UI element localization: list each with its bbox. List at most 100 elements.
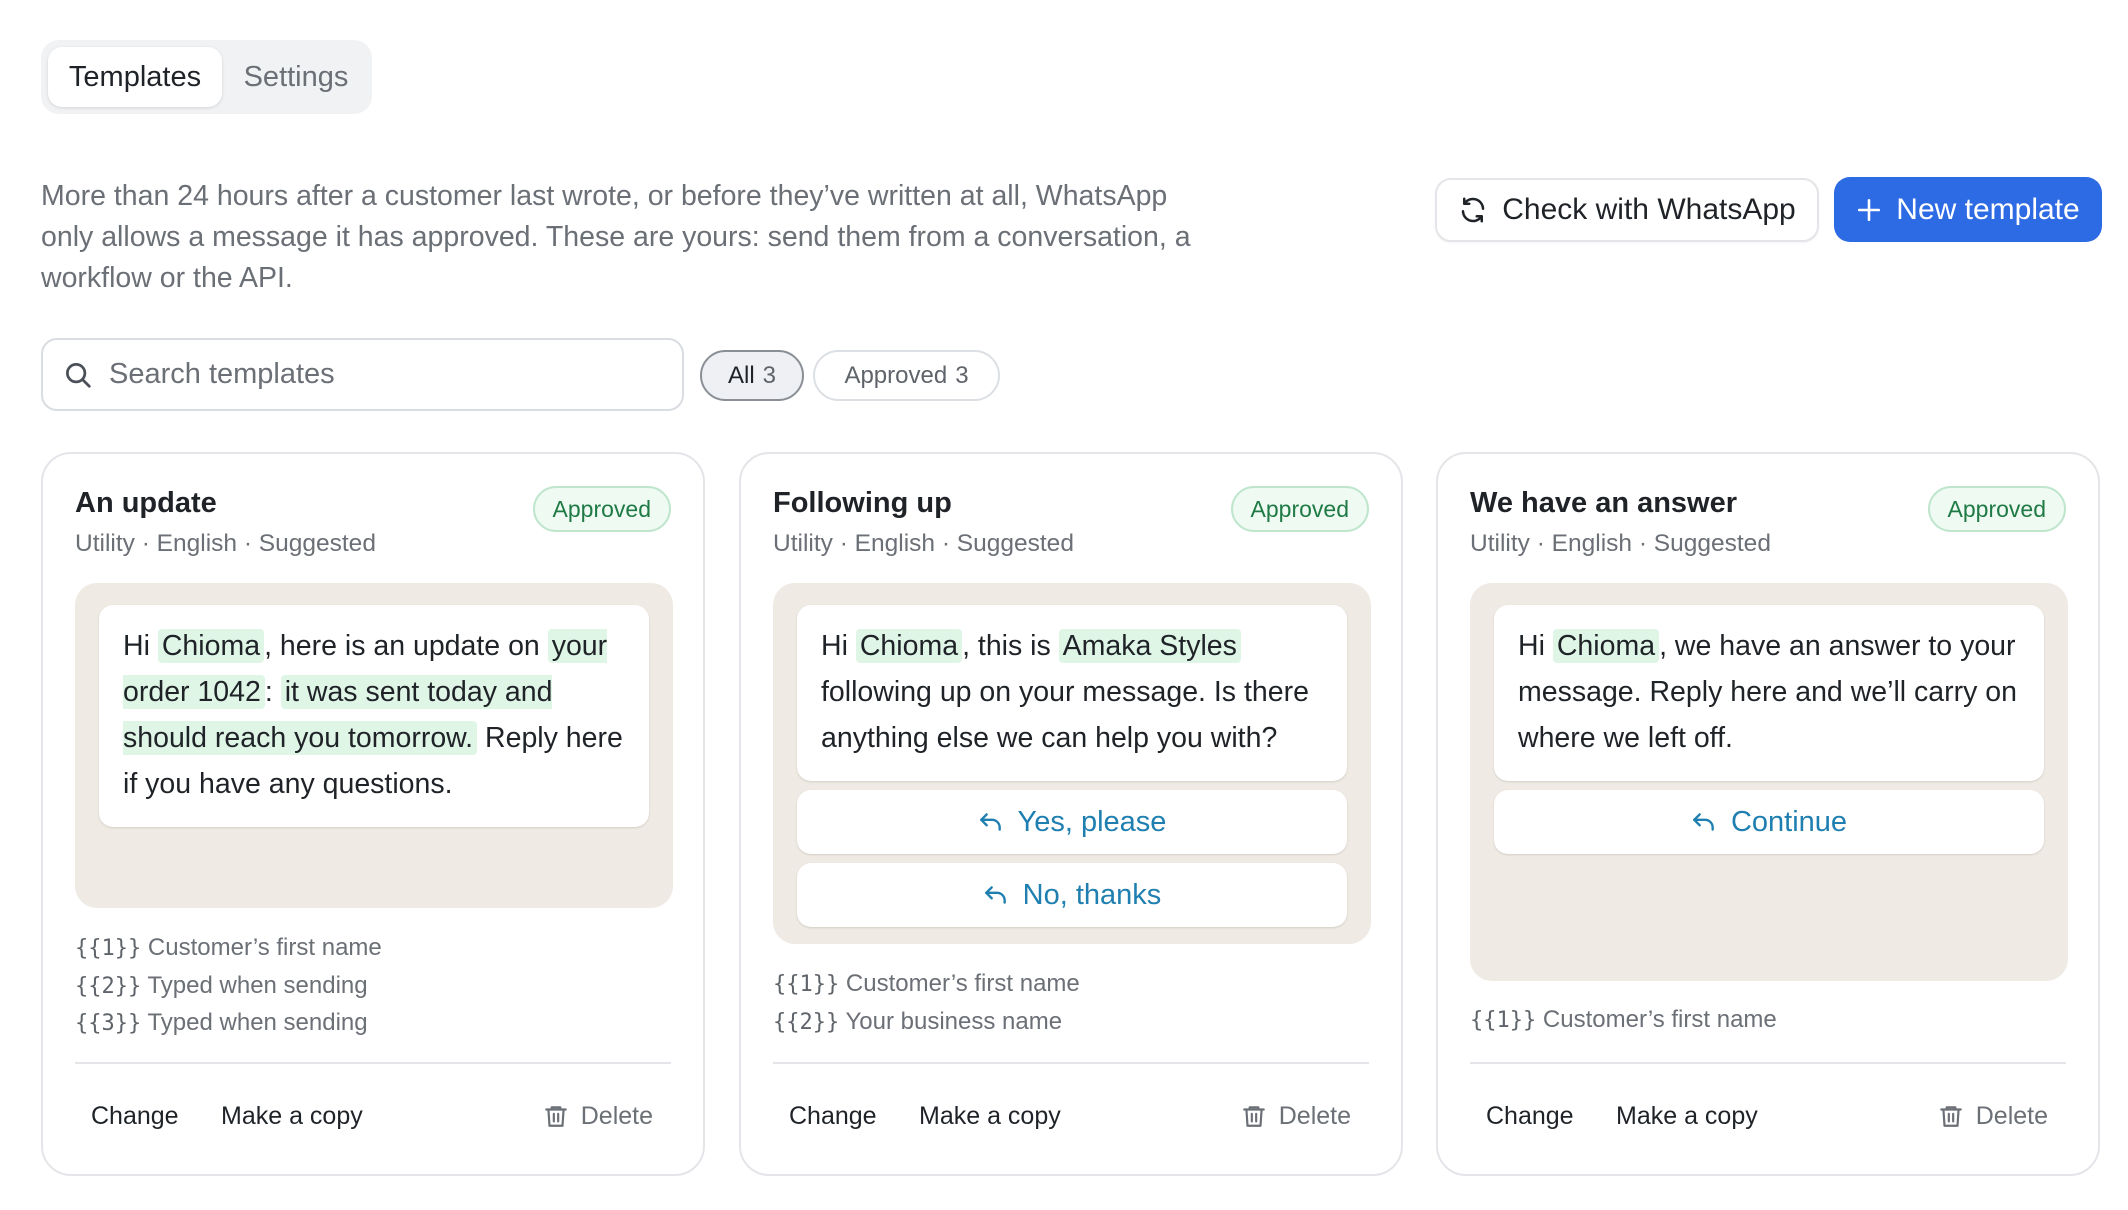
card-meta: Utility · English · Suggested bbox=[75, 530, 376, 557]
refresh-icon bbox=[1462, 197, 1485, 223]
card-meta: Utility · English · Suggested bbox=[773, 530, 1074, 557]
message-preview: Hi Chioma, here is an update on your ord… bbox=[75, 583, 673, 908]
card-divider bbox=[1470, 1062, 2066, 1064]
filter-approved-label: Approved bbox=[844, 361, 948, 389]
variable-desc: Your business name bbox=[845, 1007, 1063, 1035]
trash-icon bbox=[544, 1106, 567, 1127]
message-text: , here is an update on bbox=[264, 630, 548, 662]
search-box bbox=[41, 338, 684, 411]
variable-code: {{1}} bbox=[1470, 1008, 1537, 1033]
quick-reply-button[interactable]: Continue bbox=[1494, 790, 2044, 854]
variable-highlight: Chioma bbox=[855, 629, 963, 663]
variable-desc: Typed when sending bbox=[147, 1009, 368, 1036]
message-bubble: Hi Chioma, we have an answer to your mes… bbox=[1494, 605, 2044, 781]
variable-item: {{3}} Typed when sending bbox=[75, 1005, 382, 1043]
status-badge: Approved bbox=[1927, 486, 2066, 532]
status-badge: Approved bbox=[532, 486, 671, 532]
card-title: An update bbox=[75, 487, 217, 519]
variable-code: {{1}} bbox=[75, 936, 142, 961]
status-badge: Approved bbox=[1230, 486, 1369, 532]
delete-label: Delete bbox=[1975, 1101, 2048, 1130]
template-card-an-update: An update Utility · English · Suggested … bbox=[41, 452, 705, 1176]
trash-icon bbox=[1242, 1106, 1265, 1127]
quick-reply-label: Continue bbox=[1730, 805, 1848, 838]
trash-icon bbox=[1939, 1106, 1962, 1127]
intro-text: More than 24 hours after a customer last… bbox=[41, 180, 1191, 294]
delete-label: Delete bbox=[1278, 1101, 1351, 1130]
message-preview: Hi Chioma, this is Amaka Styles followin… bbox=[773, 583, 1371, 944]
card-actions: Change Make a copy Delete bbox=[773, 1086, 1369, 1146]
card-header: We have an answer Utility · English · Su… bbox=[1470, 487, 1771, 558]
filter-approved-count: 3 bbox=[955, 361, 969, 389]
quick-reply-button[interactable]: Yes, please bbox=[797, 790, 1347, 854]
search-input[interactable] bbox=[109, 358, 649, 391]
variable-code: {{2}} bbox=[75, 973, 142, 999]
quick-reply-label: No, thanks bbox=[1022, 878, 1162, 911]
message-preview: Hi Chioma, we have an answer to your mes… bbox=[1470, 583, 2068, 981]
variable-code: {{2}} bbox=[773, 1009, 840, 1035]
new-template-label: New template bbox=[1896, 192, 2080, 226]
delete-button[interactable]: Delete bbox=[1241, 1086, 1351, 1146]
variable-item: {{1}} Customer’s first name bbox=[1470, 1002, 1777, 1040]
message-text: Hi bbox=[123, 630, 158, 662]
quick-reply-button[interactable]: No, thanks bbox=[797, 863, 1347, 927]
card-divider bbox=[773, 1062, 1369, 1064]
message-bubble: Hi Chioma, this is Amaka Styles followin… bbox=[797, 605, 1347, 781]
delete-label: Delete bbox=[580, 1101, 653, 1130]
card-meta: Utility · English · Suggested bbox=[1470, 530, 1771, 557]
change-button[interactable]: Change bbox=[1486, 1086, 1574, 1146]
reply-icon bbox=[979, 813, 1001, 831]
variables-list: {{1}} Customer’s first name bbox=[1470, 1002, 1777, 1040]
reply-icon bbox=[984, 886, 1006, 904]
card-title: Following up bbox=[773, 487, 952, 519]
message-text: Hi bbox=[1518, 630, 1553, 662]
variable-code: {{1}} bbox=[773, 972, 840, 997]
make-a-copy-button[interactable]: Make a copy bbox=[1616, 1086, 1758, 1146]
variables-list: {{1}} Customer’s first name {{2}} Typed … bbox=[75, 930, 382, 1043]
tab-templates[interactable]: Templates bbox=[48, 47, 222, 107]
variable-highlight: Chioma bbox=[1552, 629, 1660, 663]
card-header: Following up Utility · English · Suggest… bbox=[773, 487, 1074, 558]
check-with-whatsapp-button[interactable]: Check with WhatsApp bbox=[1435, 178, 1819, 242]
filter-all-chip[interactable]: All 3 bbox=[700, 350, 804, 401]
filter-all-count: 3 bbox=[762, 361, 777, 389]
search-icon bbox=[66, 362, 91, 388]
reply-icon bbox=[1693, 813, 1714, 831]
message-text: Hi bbox=[821, 630, 856, 662]
tab-bar: Templates Settings bbox=[41, 40, 372, 114]
variable-item: {{2}} Your business name bbox=[773, 1004, 1080, 1042]
variable-code: {{3}} bbox=[75, 1011, 142, 1036]
delete-button[interactable]: Delete bbox=[1938, 1086, 2048, 1146]
filter-approved-chip[interactable]: Approved 3 bbox=[813, 350, 1000, 401]
variable-item: {{1}} Customer’s first name bbox=[773, 966, 1080, 1004]
card-divider bbox=[75, 1062, 671, 1064]
filter-all-label: All bbox=[727, 361, 755, 389]
make-a-copy-button[interactable]: Make a copy bbox=[919, 1086, 1061, 1146]
variables-list: {{1}} Customer’s first name {{2}} Your b… bbox=[773, 966, 1080, 1041]
card-title: We have an answer bbox=[1470, 487, 1738, 519]
delete-button[interactable]: Delete bbox=[543, 1086, 653, 1146]
variable-desc: Customer’s first name bbox=[147, 934, 382, 961]
new-template-button[interactable]: New template bbox=[1834, 177, 2102, 242]
card-actions: Change Make a copy Delete bbox=[75, 1086, 671, 1146]
change-button[interactable]: Change bbox=[91, 1086, 179, 1146]
variable-desc: Customer’s first name bbox=[1542, 1006, 1777, 1033]
variable-desc: Typed when sending bbox=[147, 971, 368, 999]
template-card-we-have-an-answer: We have an answer Utility · English · Su… bbox=[1436, 452, 2100, 1176]
message-text: : bbox=[264, 676, 281, 708]
variable-highlight: Amaka Styles bbox=[1058, 629, 1241, 663]
message-bubble: Hi Chioma, here is an update on your ord… bbox=[99, 605, 649, 827]
change-button[interactable]: Change bbox=[789, 1086, 877, 1146]
plus-icon bbox=[1858, 198, 1881, 221]
card-actions: Change Make a copy Delete bbox=[1470, 1086, 2066, 1146]
tab-settings[interactable]: Settings bbox=[230, 47, 362, 107]
card-header: An update Utility · English · Suggested bbox=[75, 487, 376, 558]
variable-item: {{2}} Typed when sending bbox=[75, 968, 382, 1006]
variable-desc: Customer’s first name bbox=[845, 970, 1080, 997]
variable-item: {{1}} Customer’s first name bbox=[75, 930, 382, 968]
make-a-copy-button[interactable]: Make a copy bbox=[221, 1086, 363, 1146]
check-with-whatsapp-label: Check with WhatsApp bbox=[1502, 193, 1796, 226]
message-text: , this is bbox=[962, 630, 1059, 662]
quick-reply-label: Yes, please bbox=[1017, 805, 1167, 838]
template-card-following-up: Following up Utility · English · Suggest… bbox=[739, 452, 1403, 1176]
